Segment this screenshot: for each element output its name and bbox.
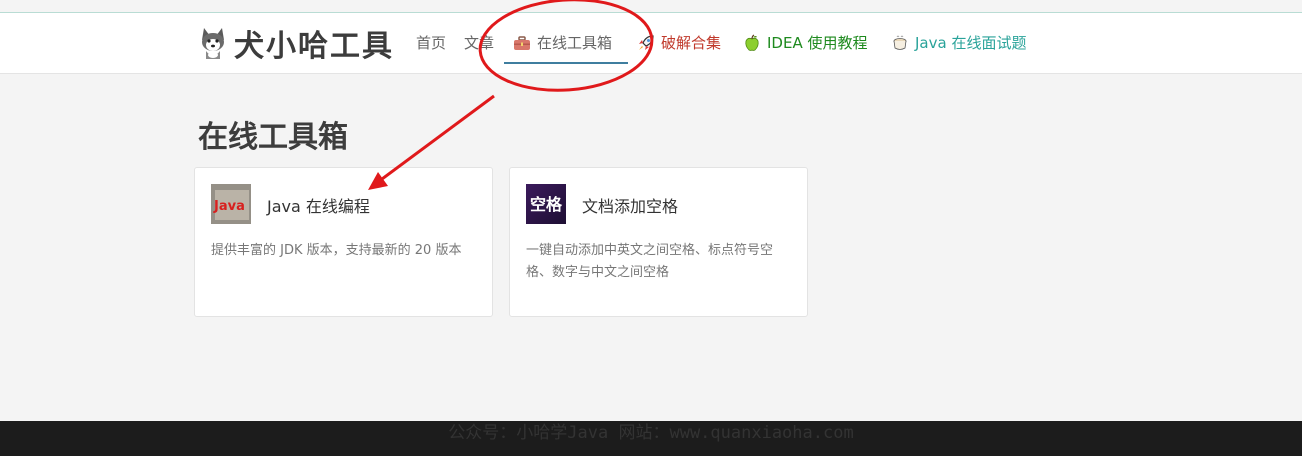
brand-logo-link[interactable]: 犬小哈工具 xyxy=(198,21,394,65)
tool-card-name: Java 在线编程 xyxy=(267,197,370,216)
nav-articles[interactable]: 文章 xyxy=(464,31,494,55)
nav-idea-tutorial[interactable]: IDEA 使用教程 xyxy=(743,31,867,55)
java-logo-text: Java xyxy=(213,199,245,214)
husky-dog-icon xyxy=(202,28,224,59)
nav-java-interview-label: Java 在线面试题 xyxy=(915,34,1027,52)
nav-home-label: 首页 xyxy=(416,34,447,52)
nav-crack-collection-label: 破解合集 xyxy=(661,34,722,52)
tool-card-add-spaces[interactable]: 空格 文档添加空格 一键自动添加中英文之间空格、标点符号空格、数字与中文之间空格 xyxy=(509,167,808,317)
navbar: 犬小哈工具 首页 文章 在线工具箱 破解合集 IDEA 使用教程 Java 在线… xyxy=(0,13,1302,74)
rocket-icon xyxy=(639,35,654,50)
tool-card-desc: 一键自动添加中英文之间空格、标点符号空格、数字与中文之间空格 xyxy=(526,243,774,280)
nav-articles-label: 文章 xyxy=(464,34,495,52)
green-apple-icon xyxy=(745,34,759,51)
nav-home[interactable]: 首页 xyxy=(416,31,446,55)
tool-card-desc: 提供丰富的 JDK 版本，支持最新的 20 版本 xyxy=(211,243,462,258)
coffee-cup-icon xyxy=(893,35,907,50)
nav-online-toolbox[interactable]: 在线工具箱 xyxy=(513,31,612,55)
nav-idea-tutorial-label: IDEA 使用教程 xyxy=(767,34,868,52)
nav-online-toolbox-label: 在线工具箱 xyxy=(537,34,613,52)
nav-active-indicator xyxy=(504,62,628,64)
tool-card-java-online[interactable]: Java Java 在线编程 提供丰富的 JDK 版本，支持最新的 20 版本 xyxy=(194,167,493,317)
footer-bar: 公众号：小哈学Java 网站：www.quanxiaoha.com xyxy=(0,421,1302,456)
brand-name: 犬小哈工具 xyxy=(234,29,394,64)
footer-watermark: 公众号：小哈学Java 网站：www.quanxiaoha.com xyxy=(448,423,854,443)
tool-card-name: 文档添加空格 xyxy=(582,197,679,216)
nav-java-interview[interactable]: Java 在线面试题 xyxy=(891,31,1026,55)
java-logo-icon: Java xyxy=(211,184,251,224)
nav-crack-collection[interactable]: 破解合集 xyxy=(637,31,721,55)
toolbox-icon xyxy=(514,36,530,50)
space-tool-logo-icon: 空格 xyxy=(526,184,566,224)
page-title: 在线工具箱 xyxy=(198,120,348,155)
space-tool-logo-text: 空格 xyxy=(530,195,563,214)
